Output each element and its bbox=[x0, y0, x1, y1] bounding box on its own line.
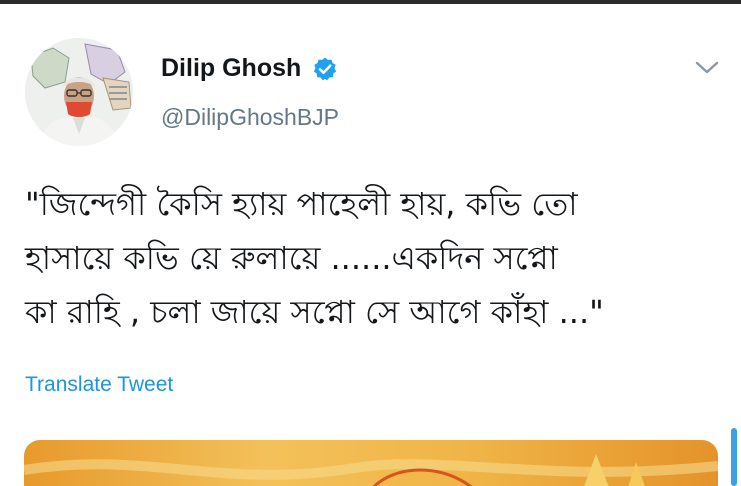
tweet-text-line: "জিন্দেগী কৈসি হ্যায় পাহেলী হায়, কভি ত… bbox=[25, 185, 578, 223]
author-handle[interactable]: @DilipGhoshBJP bbox=[161, 103, 339, 131]
verified-badge-icon bbox=[312, 56, 338, 82]
avatar[interactable] bbox=[25, 38, 133, 146]
tweet-screen: Dilip Ghosh @DilipGhoshBJP "জিন্দেগী কৈস… bbox=[0, 0, 741, 486]
translate-tweet-link[interactable]: Translate Tweet bbox=[25, 372, 173, 398]
tweet-text-line: হাসায়ে কভি য়ে রুলায়ে ......একদিন সপ্ন… bbox=[25, 239, 558, 277]
chevron-down-icon[interactable] bbox=[692, 56, 722, 80]
author-name[interactable]: Dilip Ghosh bbox=[161, 53, 301, 83]
tweet-text-line: কা রাহি , চলা জায়ে সপ্নো সে আগে কাঁহা .… bbox=[25, 293, 604, 331]
scrollbar[interactable] bbox=[731, 428, 737, 486]
tweet-body: "জিন্দেগী কৈসি হ্যায় পাহেলী হায়, কভি ত… bbox=[25, 177, 725, 339]
tweet-media-image[interactable] bbox=[24, 440, 718, 486]
top-divider bbox=[0, 0, 741, 4]
